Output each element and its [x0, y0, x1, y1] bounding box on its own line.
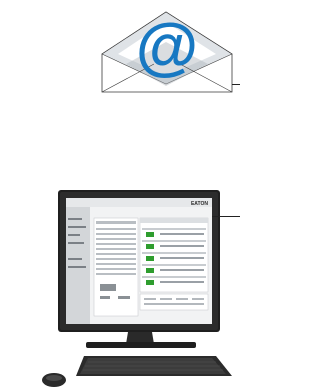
- email-envelope-icon: @: [101, 10, 233, 93]
- at-sign: @: [136, 10, 198, 82]
- monitor-screen: EATON: [66, 198, 212, 324]
- email-callout-line: [232, 84, 240, 85]
- keyboard: [76, 356, 232, 376]
- monitor-callout-line: [212, 216, 240, 217]
- screen-brand-logo: EATON: [191, 201, 208, 207]
- desktop-computer-icon: EATON: [42, 190, 232, 387]
